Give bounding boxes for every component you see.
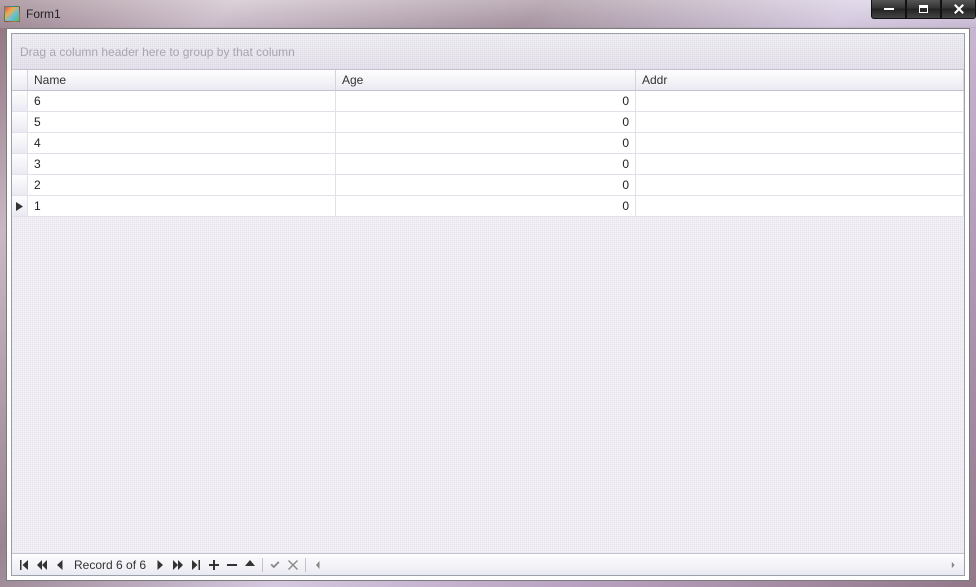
chevron-right-icon [949, 561, 957, 569]
check-icon [270, 560, 280, 570]
row-indicator-header [12, 70, 28, 90]
table-row[interactable]: 50 [12, 112, 964, 133]
window-controls [871, 0, 976, 19]
nav-separator [305, 558, 306, 572]
row-indicator [12, 175, 28, 195]
cell-age[interactable]: 0 [336, 133, 636, 153]
cell-addr[interactable] [636, 154, 964, 174]
table-row[interactable]: 60 [12, 91, 964, 112]
next-page-icon [173, 560, 183, 570]
table-row[interactable]: 10 [12, 196, 964, 217]
maximize-icon [919, 5, 928, 13]
cell-age[interactable]: 0 [336, 175, 636, 195]
cell-age[interactable]: 0 [336, 154, 636, 174]
cell-age[interactable]: 0 [336, 112, 636, 132]
cell-age[interactable]: 0 [336, 91, 636, 111]
table-row[interactable]: 40 [12, 133, 964, 154]
row-indicator [12, 112, 28, 132]
group-by-panel[interactable]: Drag a column header here to group by th… [12, 34, 964, 70]
row-indicator [12, 154, 28, 174]
maximize-button[interactable] [906, 0, 941, 19]
cell-addr[interactable] [636, 175, 964, 195]
nav-next-button[interactable] [152, 557, 168, 573]
table-row[interactable]: 30 [12, 154, 964, 175]
chevron-left-icon [313, 560, 323, 570]
x-icon [288, 560, 298, 570]
cell-name[interactable]: 1 [28, 196, 336, 216]
last-icon [191, 560, 201, 570]
prev-icon [55, 560, 65, 570]
rows-container: 605040302010 [12, 91, 964, 553]
nav-next-page-button[interactable] [170, 557, 186, 573]
nav-edit-button[interactable] [242, 557, 258, 573]
column-header-name[interactable]: Name [28, 70, 336, 90]
cell-addr[interactable] [636, 196, 964, 216]
row-indicator [12, 133, 28, 153]
row-indicator [12, 91, 28, 111]
client-area: Drag a column header here to group by th… [6, 28, 970, 581]
column-header-addr[interactable]: Addr [636, 70, 964, 90]
first-icon [19, 560, 29, 570]
nav-end-edit-button[interactable] [267, 557, 283, 573]
minimize-icon [884, 8, 894, 10]
edit-icon [245, 560, 255, 570]
cell-name[interactable]: 6 [28, 91, 336, 111]
cell-addr[interactable] [636, 133, 964, 153]
record-position-text: Record 6 of 6 [74, 558, 146, 572]
cell-name[interactable]: 4 [28, 133, 336, 153]
app-icon [4, 6, 20, 22]
nav-separator [262, 558, 263, 572]
cell-addr[interactable] [636, 91, 964, 111]
cell-name[interactable]: 2 [28, 175, 336, 195]
table-row[interactable]: 20 [12, 175, 964, 196]
cell-addr[interactable] [636, 112, 964, 132]
close-button[interactable] [941, 0, 976, 19]
window-title: Form1 [26, 7, 972, 21]
cell-name[interactable]: 5 [28, 112, 336, 132]
next-icon [155, 560, 165, 570]
nav-cancel-edit-button[interactable] [285, 557, 301, 573]
nav-scroll-right-button[interactable] [946, 561, 960, 569]
data-grid[interactable]: Drag a column header here to group by th… [11, 33, 965, 576]
minus-icon [227, 560, 237, 570]
current-row-icon [16, 202, 23, 211]
nav-first-button[interactable] [16, 557, 32, 573]
column-header-row: Name Age Addr [12, 70, 964, 91]
nav-last-button[interactable] [188, 557, 204, 573]
nav-prev-page-button[interactable] [34, 557, 50, 573]
nav-add-button[interactable] [206, 557, 222, 573]
cell-name[interactable]: 3 [28, 154, 336, 174]
prev-page-icon [37, 560, 47, 570]
column-header-age[interactable]: Age [336, 70, 636, 90]
close-icon [953, 3, 965, 15]
cell-age[interactable]: 0 [336, 196, 636, 216]
minimize-button[interactable] [871, 0, 906, 19]
row-indicator [12, 196, 28, 216]
plus-icon [209, 560, 219, 570]
record-navigator: Record 6 of 6 [12, 553, 964, 575]
nav-scroll-left-button[interactable] [310, 557, 326, 573]
titlebar: Form1 [0, 0, 976, 28]
nav-prev-button[interactable] [52, 557, 68, 573]
nav-remove-button[interactable] [224, 557, 240, 573]
